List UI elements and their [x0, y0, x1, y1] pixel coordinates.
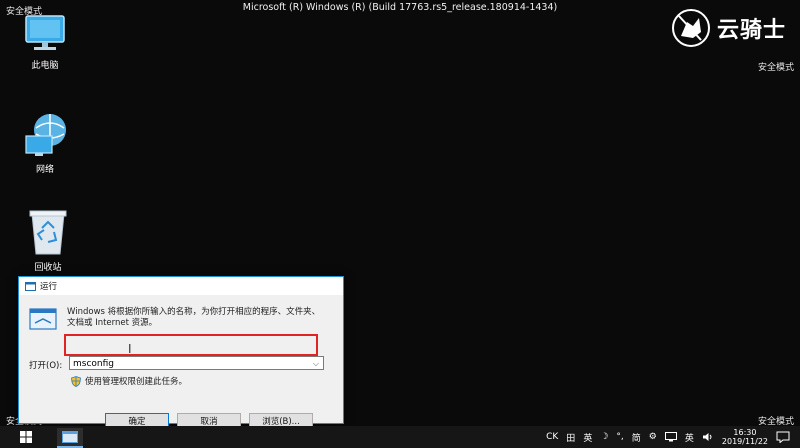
- network-icon: [25, 114, 66, 156]
- windows-start-icon[interactable]: [20, 431, 32, 443]
- watermark: 云骑士: [671, 8, 786, 48]
- system-tray: CK 田 英 ☽ °, 简 ⚙ 英 16:30 2019/11/22: [546, 426, 800, 448]
- run-app-icon: [25, 281, 36, 291]
- desktop-icon-recycle-bin[interactable]: 回收站: [13, 208, 83, 273]
- run-description: Windows 将根据你所输入的名称，为你打开相应的程序、文件夹、文档或 Int…: [67, 307, 321, 328]
- desktop-icon-label: 回收站: [34, 263, 62, 273]
- run-large-icon: [29, 308, 57, 330]
- run-command-input[interactable]: msconfig ⌵: [69, 356, 324, 370]
- clock-date: 2019/11/22: [721, 437, 768, 446]
- notification-icon[interactable]: [776, 431, 790, 443]
- admin-note: 使用管理权限创建此任务。: [71, 375, 187, 387]
- desktop-icon-this-pc[interactable]: 此电脑: [10, 12, 80, 71]
- clock-time: 16:30: [733, 428, 757, 437]
- recycle-bin-icon: [29, 210, 67, 255]
- computer-icon: [25, 15, 65, 50]
- input-highlight-box: [64, 334, 318, 356]
- desktop-icon-network[interactable]: 网络: [10, 110, 80, 175]
- taskbar-clock[interactable]: 16:30 2019/11/22: [722, 428, 768, 446]
- tray-settings-icon[interactable]: ⚙: [649, 432, 657, 442]
- tray-lang-en[interactable]: 英: [583, 431, 592, 444]
- chevron-down-icon[interactable]: ⌵: [313, 357, 319, 371]
- taskbar: CK 田 英 ☽ °, 简 ⚙ 英 16:30 2019/11/22: [0, 426, 800, 448]
- ibeam-cursor-icon: I: [128, 342, 132, 356]
- tray-simplified-icon[interactable]: 简: [632, 431, 641, 444]
- taskbar-run-button[interactable]: [57, 428, 83, 448]
- volume-icon[interactable]: [702, 432, 714, 442]
- run-taskbar-icon: [62, 431, 78, 443]
- run-dialog-body: Windows 将根据你所输入的名称，为你打开相应的程序、文件夹、文档或 Int…: [19, 295, 343, 431]
- shield-icon: [71, 375, 81, 387]
- open-label: 打开(O):: [29, 361, 63, 371]
- tray-moon-icon[interactable]: ☽: [600, 432, 608, 442]
- tray-lang-en-2[interactable]: 英: [685, 431, 694, 444]
- knight-logo-icon: [671, 9, 710, 47]
- run-dialog-title: 运行: [40, 282, 58, 292]
- run-command-value: msconfig: [73, 359, 114, 369]
- tray-punct-icon[interactable]: °,: [616, 432, 623, 442]
- watermark-text: 云骑士: [716, 18, 786, 43]
- run-dialog-titlebar[interactable]: 运行: [19, 277, 343, 295]
- tray-ime-grid-icon[interactable]: 田: [566, 431, 575, 444]
- desktop-icon-label: 此电脑: [31, 61, 59, 71]
- network-tray-icon[interactable]: [664, 432, 677, 442]
- safe-mode-label-top-right: 安全模式: [757, 63, 794, 73]
- desktop-icon-label: 网络: [35, 165, 54, 175]
- admin-note-text: 使用管理权限创建此任务。: [85, 377, 188, 387]
- tray-ck[interactable]: CK: [546, 432, 558, 442]
